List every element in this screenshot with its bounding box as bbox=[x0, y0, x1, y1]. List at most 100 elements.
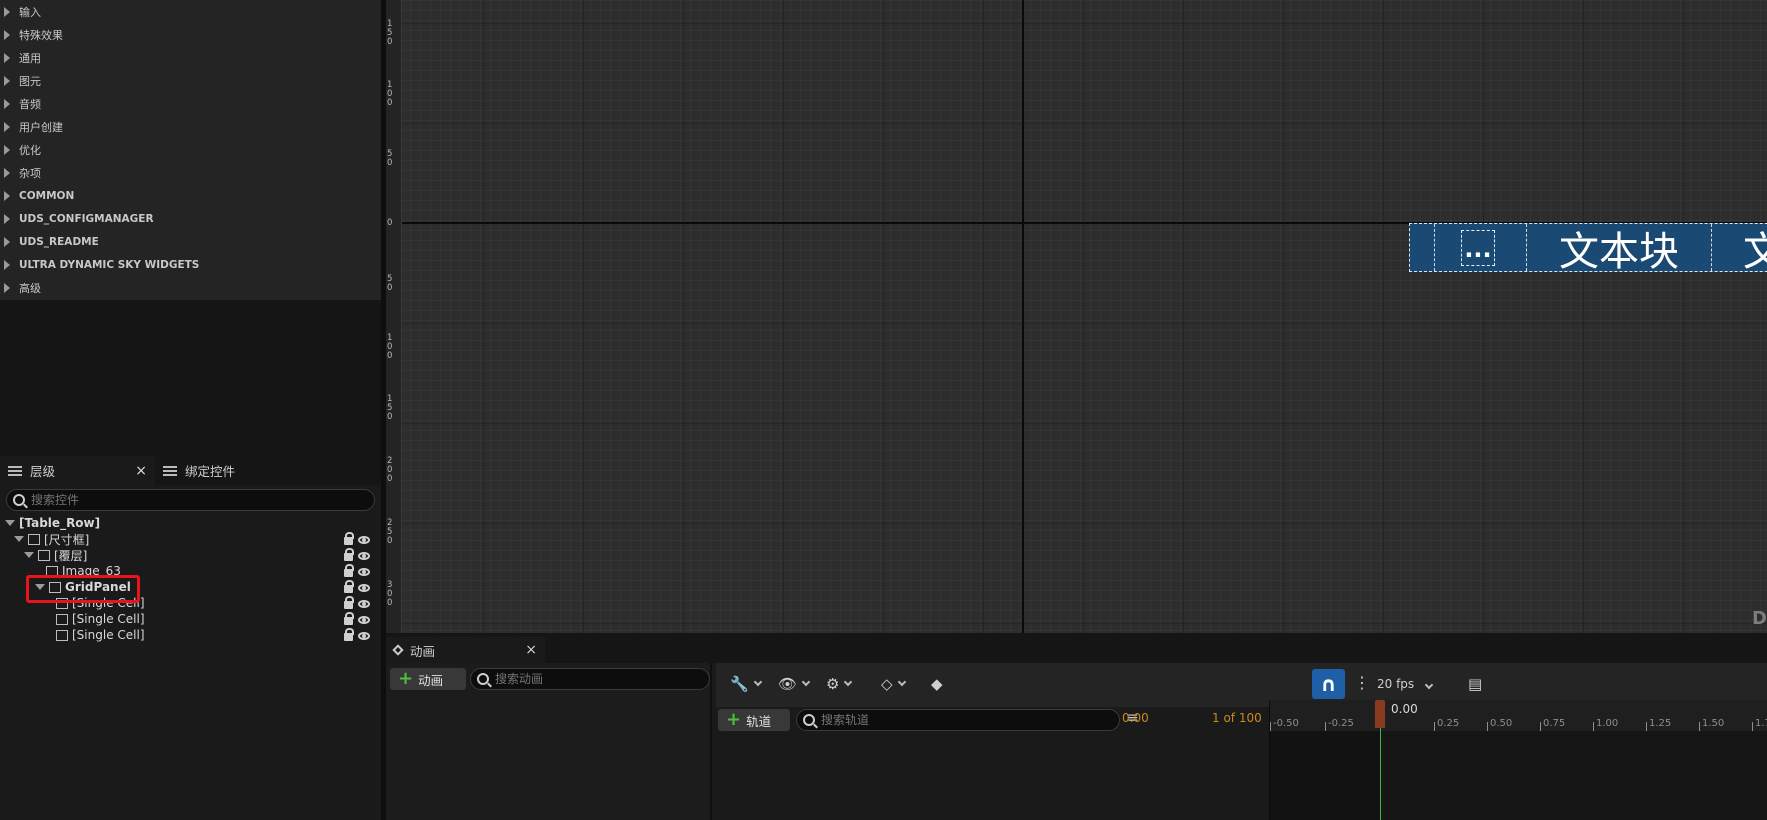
list-icon bbox=[8, 465, 22, 476]
fps-dropdown[interactable]: 20 fps bbox=[1377, 677, 1434, 691]
timeline-tick bbox=[1593, 722, 1594, 731]
unlock-icon[interactable] bbox=[344, 595, 354, 609]
plus-icon: + bbox=[398, 668, 414, 689]
add-animation-button[interactable]: + 动画 bbox=[390, 668, 466, 690]
close-icon[interactable]: × bbox=[135, 463, 147, 479]
current-time-field[interactable]: 0.00 bbox=[1122, 711, 1149, 725]
playback-gear-icon: ⚙ bbox=[826, 675, 840, 693]
timeline-area[interactable]: -0.50 -0.25 0.25 0.50 0.75 1.00 1.25 1.5… bbox=[1269, 700, 1767, 820]
timeline-tick bbox=[1434, 722, 1435, 731]
text-block-1[interactable]: 文本块 bbox=[1527, 224, 1711, 275]
tree-row-overlay[interactable]: [覆层] bbox=[0, 547, 381, 563]
expand-arrow-icon bbox=[4, 98, 10, 109]
timeline-label: -0.25 bbox=[1328, 718, 1354, 729]
search-track-input[interactable] bbox=[821, 713, 1101, 727]
ruler-label: 5 0 bbox=[387, 149, 393, 168]
palette-category-common-caps[interactable]: COMMON bbox=[0, 184, 381, 207]
tab-hierarchy-label: 层级 bbox=[30, 464, 56, 479]
palette-category-user-created[interactable]: 用户创建 bbox=[0, 115, 381, 138]
eye-icon[interactable] bbox=[358, 599, 370, 608]
search-animation-input[interactable] bbox=[495, 672, 695, 686]
category-label: 通用 bbox=[19, 51, 41, 65]
key-options-dropdown[interactable]: ◇ bbox=[881, 675, 906, 693]
tree-row-single-cell[interactable]: [Single Cell] bbox=[0, 627, 381, 643]
add-track-button[interactable]: + 轨道 bbox=[718, 709, 790, 731]
unlock-icon[interactable] bbox=[344, 579, 354, 593]
table-row-widget[interactable]: ... 文本块 文本块 bbox=[1409, 223, 1767, 275]
designer-canvas[interactable]: 1 5 0 1 0 0 5 0 0 5 0 1 0 0 1 5 0 2 0 0 … bbox=[386, 0, 1767, 633]
collapse-arrow-icon[interactable] bbox=[5, 520, 15, 526]
tab-animation[interactable]: 动画 × bbox=[386, 637, 545, 663]
palette-empty-area bbox=[0, 300, 381, 453]
palette-category-uds-configmanager[interactable]: UDS_CONFIGMANAGER bbox=[0, 207, 381, 230]
palette-category-uds-widgets[interactable]: ULTRA DYNAMIC SKY WIDGETS bbox=[0, 253, 381, 276]
ruler-label: 2 0 0 bbox=[387, 456, 393, 484]
view-options-dropdown[interactable]: 👁 bbox=[778, 675, 811, 693]
tree-row-single-cell[interactable]: [Single Cell] bbox=[0, 611, 381, 627]
curve-editor-button[interactable]: ▤ bbox=[1468, 675, 1482, 693]
eye-icon[interactable] bbox=[358, 567, 370, 576]
expand-arrow-icon bbox=[4, 144, 10, 155]
snap-magnet-button[interactable]: ∩ bbox=[1312, 669, 1345, 699]
playhead-handle[interactable] bbox=[1375, 700, 1385, 728]
snap-options-menu[interactable]: ⋮ bbox=[1354, 673, 1370, 692]
settings-wrench-dropdown[interactable]: 🔧 bbox=[730, 675, 762, 693]
tab-bind-widgets[interactable]: 绑定控件 bbox=[155, 456, 243, 485]
palette-category-optimization[interactable]: 优化 bbox=[0, 138, 381, 161]
search-icon bbox=[13, 494, 25, 506]
track-search-box[interactable] bbox=[796, 709, 1120, 731]
timeline-label: 1.25 bbox=[1649, 718, 1672, 729]
palette-category-common[interactable]: 通用 bbox=[0, 46, 381, 69]
chevron-down-icon bbox=[801, 677, 811, 687]
animation-search-box[interactable] bbox=[470, 668, 710, 690]
palette-category-advanced[interactable]: 高级 bbox=[0, 276, 381, 299]
timeline-label: 0.50 bbox=[1490, 718, 1513, 729]
auto-key-button[interactable]: ◆ bbox=[931, 675, 943, 693]
hierarchy-search-box[interactable] bbox=[6, 489, 375, 511]
search-icon bbox=[803, 714, 815, 726]
magnet-icon: ∩ bbox=[1320, 672, 1337, 696]
eye-icon[interactable] bbox=[358, 535, 370, 544]
eye-icon[interactable] bbox=[358, 615, 370, 624]
palette-category-effects[interactable]: 特殊效果 bbox=[0, 23, 381, 46]
category-label: 音频 bbox=[19, 97, 41, 111]
timeline-label: 0.25 bbox=[1437, 718, 1460, 729]
category-label: 输入 bbox=[19, 5, 41, 19]
eye-icon[interactable] bbox=[358, 631, 370, 640]
grid-cell-divider bbox=[1434, 224, 1435, 271]
category-label: 用户创建 bbox=[19, 120, 63, 134]
tree-row-table-row[interactable]: [Table_Row] bbox=[0, 515, 381, 531]
ruler-label: 5 0 bbox=[387, 274, 393, 293]
playhead-line[interactable] bbox=[1380, 728, 1381, 820]
collapse-arrow-icon[interactable] bbox=[14, 536, 24, 542]
palette-category-audio[interactable]: 音频 bbox=[0, 92, 381, 115]
tab-hierarchy[interactable]: 层级 × bbox=[0, 456, 155, 485]
gridpanel-highlight-box bbox=[26, 575, 140, 603]
chevron-down-icon bbox=[844, 677, 853, 687]
timeline-ruler[interactable]: -0.50 -0.25 0.25 0.50 0.75 1.00 1.25 1.5… bbox=[1270, 700, 1767, 731]
eye-icon[interactable] bbox=[358, 551, 370, 560]
tree-row-size-box[interactable]: [尺寸框] bbox=[0, 531, 381, 547]
close-icon[interactable]: × bbox=[525, 642, 537, 658]
unlock-icon[interactable] bbox=[344, 563, 354, 577]
search-widgets-input[interactable] bbox=[31, 493, 331, 507]
palette-category-misc[interactable]: 杂项 bbox=[0, 161, 381, 184]
collapse-arrow-icon[interactable] bbox=[24, 552, 34, 558]
unlock-icon[interactable] bbox=[344, 627, 354, 641]
unlock-icon[interactable] bbox=[344, 611, 354, 625]
timeline-tick bbox=[1752, 722, 1753, 731]
eye-icon[interactable] bbox=[358, 583, 370, 592]
unlock-icon[interactable] bbox=[344, 547, 354, 561]
timeline-label: 1.50 bbox=[1702, 718, 1725, 729]
ellipsis-text-block[interactable]: ... bbox=[1461, 230, 1495, 266]
palette-category-uds-readme[interactable]: UDS_README bbox=[0, 230, 381, 253]
palette-category-input[interactable]: 输入 bbox=[0, 0, 381, 23]
curve-editor-icon: ▤ bbox=[1468, 675, 1483, 693]
chevron-down-icon bbox=[897, 677, 906, 687]
palette-category-primitive[interactable]: 图元 bbox=[0, 69, 381, 92]
timeline-tick bbox=[1487, 722, 1488, 731]
unlock-icon[interactable] bbox=[344, 531, 354, 545]
playback-options-dropdown[interactable]: ⚙ bbox=[826, 675, 853, 693]
text-block-2[interactable]: 文本块 bbox=[1712, 224, 1767, 275]
ruler-label: 2 5 0 bbox=[387, 518, 393, 546]
